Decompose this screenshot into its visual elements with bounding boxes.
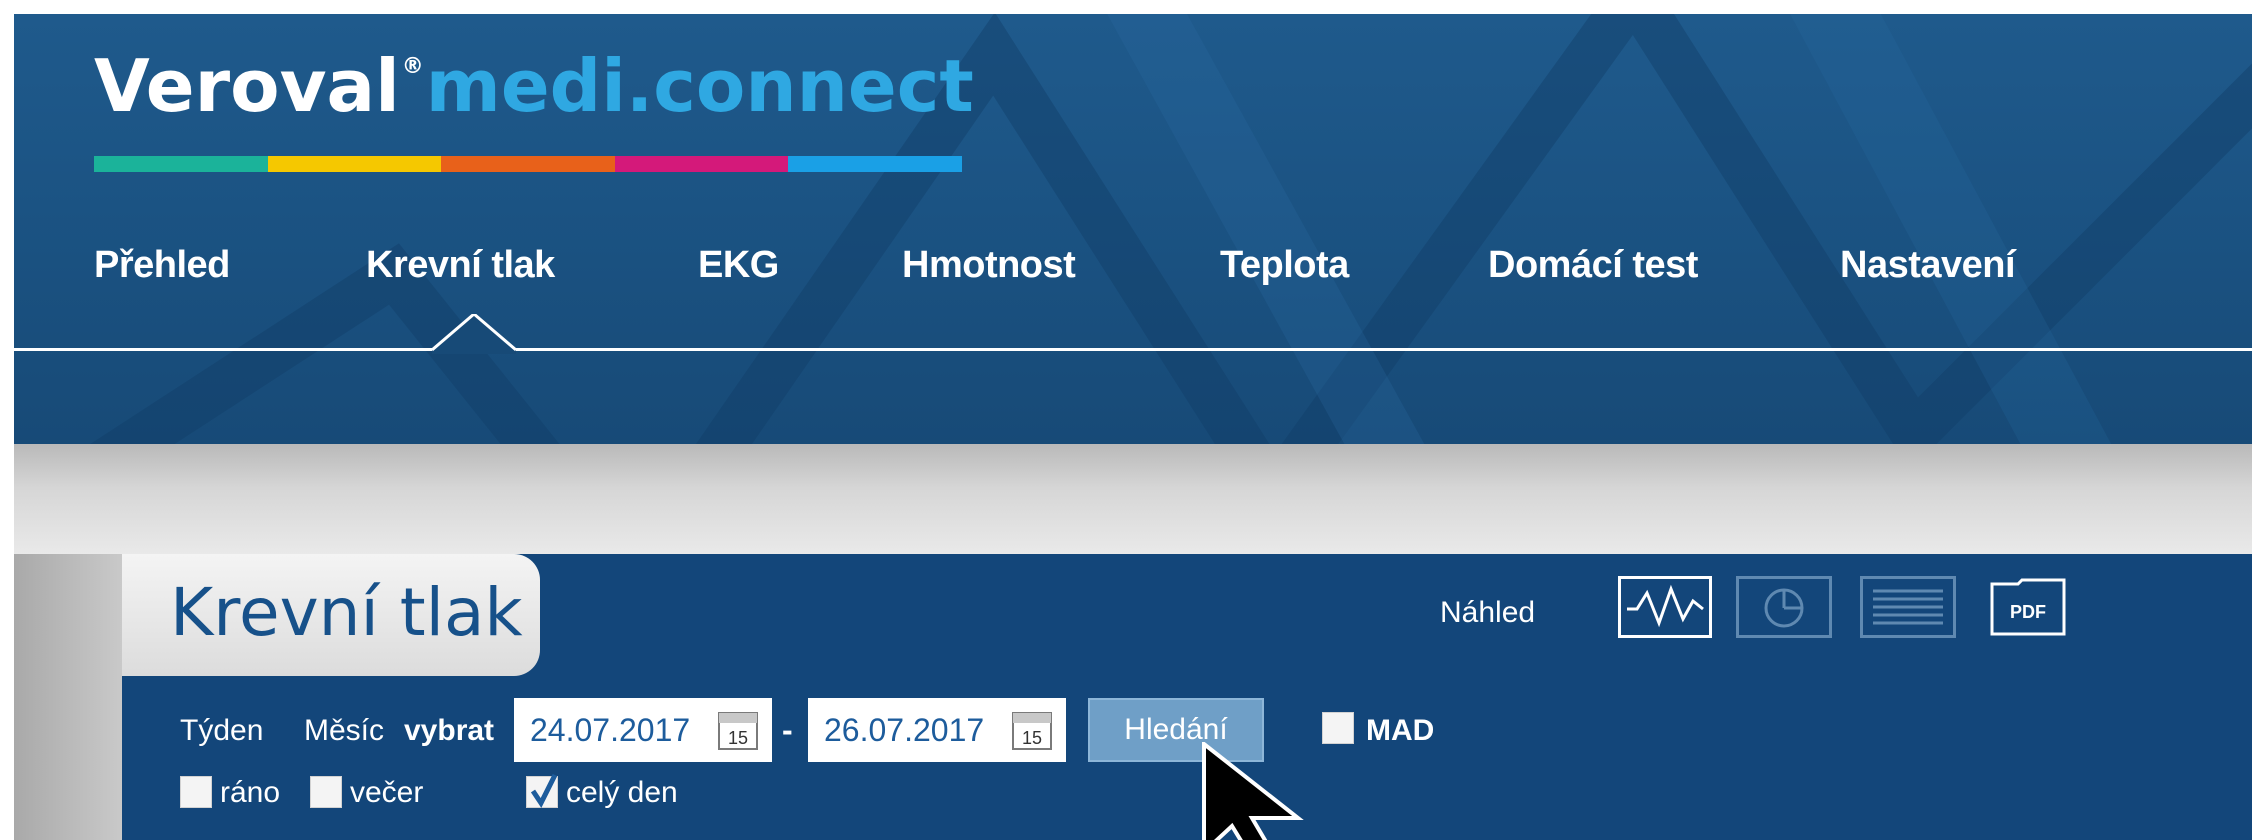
whole-day-checkbox[interactable] bbox=[526, 773, 558, 808]
mouse-cursor-icon bbox=[1202, 742, 1304, 840]
calendar-icon[interactable]: 15 bbox=[718, 710, 758, 750]
evening-label[interactable]: večer bbox=[350, 776, 423, 810]
nav-item-krevni-tlak[interactable]: Krevní tlak bbox=[366, 244, 555, 287]
table-icon bbox=[1873, 589, 1943, 625]
grey-band bbox=[14, 444, 2252, 554]
date-filter-row: Týden Měsíc vybrat 24.07.2017 15 - 26.07… bbox=[122, 694, 2252, 764]
nav-item-prehled[interactable]: Přehled bbox=[94, 244, 230, 287]
panel-title-tab: Krevní tlak bbox=[122, 554, 540, 676]
date-to-value: 26.07.2017 bbox=[824, 712, 985, 748]
nav-item-ekg[interactable]: EKG bbox=[698, 244, 779, 287]
logo-brand: Veroval bbox=[94, 44, 400, 128]
main-nav: Přehled Krevní tlak EKG Hmotnost Teplota… bbox=[14, 244, 2252, 344]
nav-underline bbox=[14, 348, 2252, 351]
mad-checkbox[interactable] bbox=[1322, 712, 1354, 744]
logo-color-segment bbox=[267, 156, 442, 172]
logo-color-segment bbox=[614, 156, 789, 172]
logo-color-segment bbox=[788, 156, 962, 172]
preview-label: Náhled bbox=[1440, 596, 1536, 629]
pdf-icon: PDF bbox=[1990, 578, 2066, 636]
logo-color-segment bbox=[94, 156, 268, 172]
page: Veroval®medi.connect Přehled Krevní tlak… bbox=[14, 14, 2252, 840]
table-view-button[interactable] bbox=[1860, 576, 1956, 638]
choose-range-link[interactable]: vybrat bbox=[404, 714, 494, 748]
active-nav-caret-icon bbox=[432, 314, 516, 354]
date-to-input[interactable]: 26.07.2017 15 bbox=[808, 698, 1066, 762]
logo-product: medi.connect bbox=[425, 44, 974, 128]
page-title: Krevní tlak bbox=[170, 574, 523, 651]
pie-chart-view-button[interactable] bbox=[1736, 576, 1832, 638]
logo-color-segment bbox=[441, 156, 615, 172]
line-chart-icon bbox=[1627, 584, 1704, 628]
blood-pressure-panel: Krevní tlak Náhled PDF Týden Měsíc vybra… bbox=[122, 554, 2252, 840]
week-filter-link[interactable]: Týden bbox=[180, 714, 263, 748]
whole-day-label[interactable]: celý den bbox=[566, 776, 678, 810]
evening-checkbox[interactable] bbox=[310, 776, 342, 808]
pie-chart-icon bbox=[1764, 588, 1804, 628]
checkmark-icon bbox=[530, 773, 558, 808]
logo-registered-mark: ® bbox=[401, 54, 424, 79]
nav-item-teplota[interactable]: Teplota bbox=[1220, 244, 1349, 287]
line-chart-view-button[interactable] bbox=[1618, 576, 1712, 638]
month-filter-link[interactable]: Měsíc bbox=[304, 714, 384, 748]
morning-checkbox[interactable] bbox=[180, 776, 212, 808]
app-window: Veroval®medi.connect Přehled Krevní tlak… bbox=[0, 0, 2252, 840]
svg-text:15: 15 bbox=[728, 728, 748, 748]
svg-text:15: 15 bbox=[1022, 728, 1042, 748]
date-from-input[interactable]: 24.07.2017 15 bbox=[514, 698, 772, 762]
calendar-icon[interactable]: 15 bbox=[1012, 710, 1052, 750]
morning-label[interactable]: ráno bbox=[220, 776, 280, 810]
pdf-export-button[interactable]: PDF bbox=[1988, 576, 2068, 638]
site-header: Veroval®medi.connect Přehled Krevní tlak… bbox=[14, 14, 2252, 444]
mad-label[interactable]: MAD bbox=[1366, 714, 1434, 748]
logo[interactable]: Veroval®medi.connect bbox=[94, 50, 974, 200]
nav-item-hmotnost[interactable]: Hmotnost bbox=[902, 244, 1076, 287]
nav-item-domaci-test[interactable]: Domácí test bbox=[1488, 244, 1698, 287]
nav-item-nastaveni[interactable]: Nastavení bbox=[1840, 244, 2016, 287]
date-from-value: 24.07.2017 bbox=[530, 712, 691, 748]
logo-text: Veroval®medi.connect bbox=[94, 50, 974, 122]
date-range-separator: - bbox=[782, 712, 793, 748]
logo-color-bar bbox=[94, 156, 962, 172]
svg-text:PDF: PDF bbox=[2010, 602, 2046, 622]
grey-side-band bbox=[14, 554, 122, 840]
